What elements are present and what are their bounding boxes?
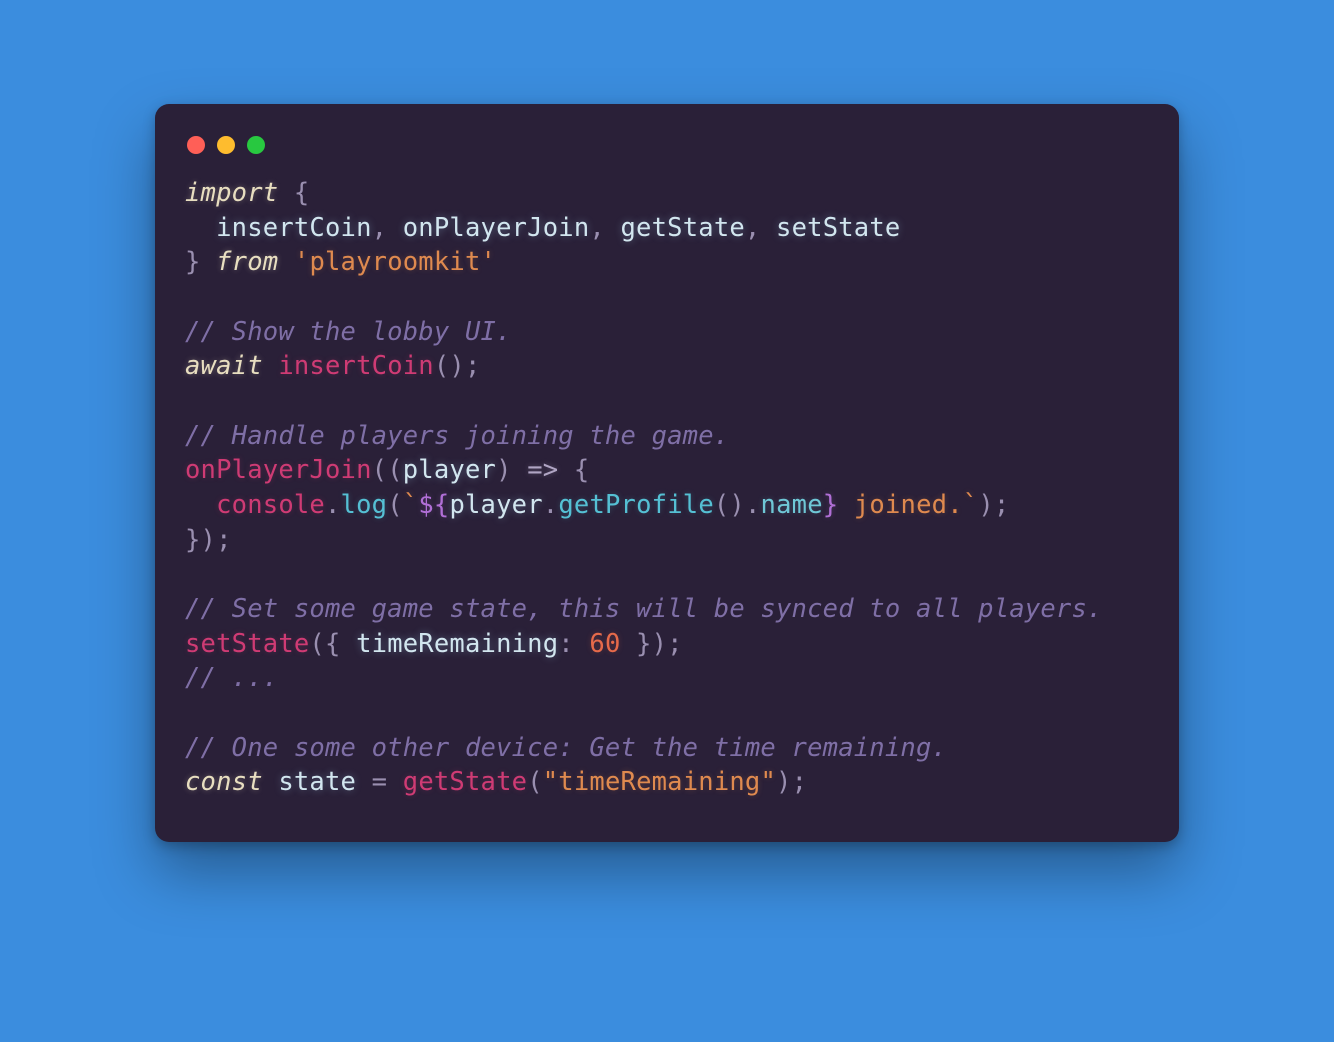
- paren-open: ((: [372, 455, 403, 485]
- function-call: getState: [403, 767, 527, 797]
- parens-dot: ().: [714, 490, 761, 520]
- parameter: player: [403, 455, 496, 485]
- traffic-light-close-icon[interactable]: [187, 136, 205, 154]
- dot: .: [325, 490, 341, 520]
- keyword-await: await: [185, 351, 263, 381]
- code-block: import { insertCoin, onPlayerJoin, getSt…: [183, 172, 1151, 802]
- paren-open: (: [387, 490, 403, 520]
- identifier: player: [449, 490, 542, 520]
- colon: :: [558, 629, 589, 659]
- brace-open: {: [558, 455, 589, 485]
- traffic-light-minimize-icon[interactable]: [217, 136, 235, 154]
- template-expr-open: ${: [418, 490, 449, 520]
- comma: ,: [745, 213, 776, 243]
- keyword-from: from: [216, 247, 278, 277]
- import-identifier: setState: [776, 213, 900, 243]
- traffic-light-zoom-icon[interactable]: [247, 136, 265, 154]
- comment: // ...: [185, 663, 278, 693]
- backtick: `: [403, 490, 419, 520]
- paren-close: ): [496, 455, 527, 485]
- template-string-text: joined.: [838, 490, 962, 520]
- space: [263, 767, 279, 797]
- method-log: log: [341, 490, 388, 520]
- code-window: import { insertCoin, onPlayerJoin, getSt…: [155, 104, 1179, 842]
- comment: // Show the lobby UI.: [185, 317, 512, 347]
- comma: ,: [372, 213, 403, 243]
- number-literal: 60: [589, 629, 620, 659]
- indent: [185, 490, 216, 520]
- string-literal: 'playroomkit': [294, 247, 496, 277]
- function-call: insertCoin: [278, 351, 434, 381]
- object-console: console: [216, 490, 325, 520]
- keyword-import: import: [185, 178, 278, 208]
- statement-end: );: [978, 490, 1009, 520]
- space: [263, 351, 279, 381]
- variable: state: [278, 767, 356, 797]
- property: name: [761, 490, 823, 520]
- function-call: onPlayerJoin: [185, 455, 372, 485]
- object-close: });: [621, 629, 683, 659]
- call-parens: ();: [434, 351, 481, 381]
- block-close: });: [185, 525, 232, 555]
- string-literal: "timeRemaining": [543, 767, 776, 797]
- keyword-const: const: [185, 767, 263, 797]
- arrow-token: =>: [527, 455, 558, 485]
- backtick: `: [963, 490, 979, 520]
- dot: .: [543, 490, 559, 520]
- comment: // One some other device: Get the time r…: [185, 733, 947, 763]
- object-key: timeRemaining: [356, 629, 558, 659]
- brace-open: {: [278, 178, 309, 208]
- import-identifier: insertCoin: [216, 213, 372, 243]
- comma: ,: [589, 213, 620, 243]
- import-identifier: getState: [621, 213, 745, 243]
- brace-close: }: [185, 247, 216, 277]
- statement-end: );: [776, 767, 807, 797]
- equals: =: [356, 767, 403, 797]
- comment: // Handle players joining the game.: [185, 421, 729, 451]
- comment: // Set some game state, this will be syn…: [185, 594, 1103, 624]
- paren-open: (: [527, 767, 543, 797]
- method-call: getProfile: [558, 490, 714, 520]
- object-open: ({: [309, 629, 356, 659]
- space: [278, 247, 294, 277]
- window-titlebar: [183, 128, 1151, 172]
- indent: [185, 213, 216, 243]
- import-identifier: onPlayerJoin: [403, 213, 590, 243]
- function-call: setState: [185, 629, 309, 659]
- template-expr-close: }: [823, 490, 839, 520]
